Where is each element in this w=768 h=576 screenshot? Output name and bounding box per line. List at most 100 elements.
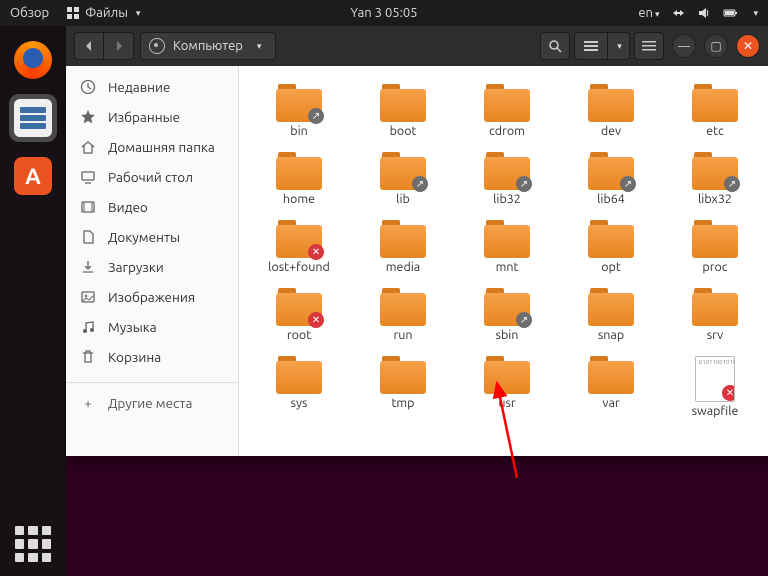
documents-icon (80, 229, 96, 245)
folder-icon (588, 84, 634, 122)
app-menu[interactable]: Файлы ▾ (67, 6, 140, 20)
file-item[interactable]: mnt (455, 216, 559, 284)
folder-icon: ↗ (484, 152, 530, 190)
file-item[interactable]: dev (559, 80, 663, 148)
link-badge-icon: ↗ (620, 176, 636, 192)
view-options-button[interactable]: ▾ (608, 32, 630, 60)
sidebar-item-pictures[interactable]: Изображения (66, 282, 238, 312)
file-item[interactable]: run (351, 284, 455, 352)
file-item[interactable]: ↗lib (351, 148, 455, 216)
sidebar-item-star[interactable]: Избранные (66, 102, 238, 132)
file-label: bin (290, 124, 308, 138)
sidebar-item-trash[interactable]: Корзина (66, 342, 238, 372)
nav-forward-button[interactable] (104, 32, 134, 60)
clock[interactable]: Yan 3 05:05 (351, 6, 418, 20)
link-badge-icon: ↗ (516, 176, 532, 192)
folder-icon (588, 288, 634, 326)
file-item[interactable]: ↗libx32 (663, 148, 767, 216)
sidebar-item-desktop[interactable]: Рабочий стол (66, 162, 238, 192)
input-language[interactable]: en▾ (638, 6, 659, 20)
video-icon (80, 199, 96, 215)
file-label: proc (702, 260, 727, 274)
binary-file-icon: 0101100101010010011010✕ (695, 356, 735, 402)
window-maximize-button[interactable]: ▢ (704, 34, 728, 58)
activities-button[interactable]: Обзор (10, 6, 49, 20)
firefox-icon (14, 41, 52, 79)
show-applications[interactable] (15, 526, 51, 562)
star-icon (80, 109, 96, 125)
file-item[interactable]: ✕lost+found (247, 216, 351, 284)
battery-icon[interactable] (723, 6, 739, 20)
sidebar-item-label: Изображения (108, 289, 195, 305)
sidebar-other-places[interactable]: +Другие места (66, 382, 238, 423)
file-item[interactable]: ↗lib64 (559, 148, 663, 216)
view-list-button[interactable] (574, 32, 608, 60)
nav-back-button[interactable] (74, 32, 104, 60)
sidebar-item-home[interactable]: Домашняя папка (66, 132, 238, 162)
file-label: run (393, 328, 412, 342)
file-item[interactable]: snap (559, 284, 663, 352)
disk-icon (149, 38, 165, 54)
network-icon[interactable] (671, 6, 685, 20)
file-item[interactable]: ↗lib32 (455, 148, 559, 216)
sidebar-item-label: Документы (108, 229, 180, 245)
dock-files[interactable] (9, 94, 57, 142)
folder-icon: ↗ (276, 84, 322, 122)
file-item[interactable]: srv (663, 284, 767, 352)
file-item[interactable]: 0101100101010010011010✕swapfile (663, 352, 767, 428)
window-close-button[interactable]: ✕ (736, 34, 760, 58)
file-item[interactable]: media (351, 216, 455, 284)
file-icon-area: ↗binbootcdromdevetchome↗lib↗lib32↗lib64↗… (239, 66, 768, 456)
pictures-icon (80, 289, 96, 305)
file-label: lib (396, 192, 410, 206)
chevron-down-icon: ▾ (136, 8, 141, 19)
file-item[interactable]: etc (663, 80, 767, 148)
file-item[interactable]: proc (663, 216, 767, 284)
downloads-icon (80, 259, 96, 275)
file-label: sbin (496, 328, 519, 342)
folder-icon (380, 220, 426, 258)
folder-icon: ✕ (276, 288, 322, 326)
file-label: lib64 (597, 192, 625, 206)
folder-icon (692, 220, 738, 258)
denied-badge-icon: ✕ (308, 244, 324, 260)
sidebar-item-label: Музыка (108, 319, 157, 335)
file-item[interactable]: cdrom (455, 80, 559, 148)
file-item[interactable]: usr (455, 352, 559, 428)
folder-icon: ↗ (484, 288, 530, 326)
sidebar-item-recent[interactable]: Недавние (66, 72, 238, 102)
file-item[interactable]: boot (351, 80, 455, 148)
system-menu-toggle[interactable]: ▾ (753, 8, 758, 19)
file-item[interactable]: ↗ bin (247, 80, 351, 148)
denied-badge-icon: ✕ (722, 385, 735, 401)
sidebar-item-music[interactable]: Музыка (66, 312, 238, 342)
folder-icon: ✕ (276, 220, 322, 258)
file-label: libx32 (698, 192, 732, 206)
sidebar-item-video[interactable]: Видео (66, 192, 238, 222)
search-button[interactable] (540, 32, 570, 60)
hamburger-menu-button[interactable] (634, 32, 664, 60)
music-icon (80, 319, 96, 335)
file-item[interactable]: home (247, 148, 351, 216)
file-item[interactable]: tmp (351, 352, 455, 428)
file-label: tmp (391, 396, 414, 410)
path-button[interactable]: Компьютер ▾ (140, 32, 276, 60)
link-badge-icon: ↗ (724, 176, 740, 192)
sidebar-item-documents[interactable]: Документы (66, 222, 238, 252)
sidebar-item-downloads[interactable]: Загрузки (66, 252, 238, 282)
link-badge-icon: ↗ (412, 176, 428, 192)
file-item[interactable]: opt (559, 216, 663, 284)
file-item[interactable]: ✕root (247, 284, 351, 352)
folder-icon (484, 356, 530, 394)
home-icon (80, 139, 96, 155)
volume-icon[interactable] (697, 6, 711, 20)
window-minimize-button[interactable]: — (672, 34, 696, 58)
folder-icon: ↗ (588, 152, 634, 190)
dock-software[interactable]: A (9, 152, 57, 200)
file-item[interactable]: var (559, 352, 663, 428)
file-item[interactable]: sys (247, 352, 351, 428)
chevron-down-icon: ▾ (617, 41, 622, 52)
folder-icon: ↗ (380, 152, 426, 190)
file-item[interactable]: ↗ sbin (455, 284, 559, 352)
dock-firefox[interactable] (9, 36, 57, 84)
